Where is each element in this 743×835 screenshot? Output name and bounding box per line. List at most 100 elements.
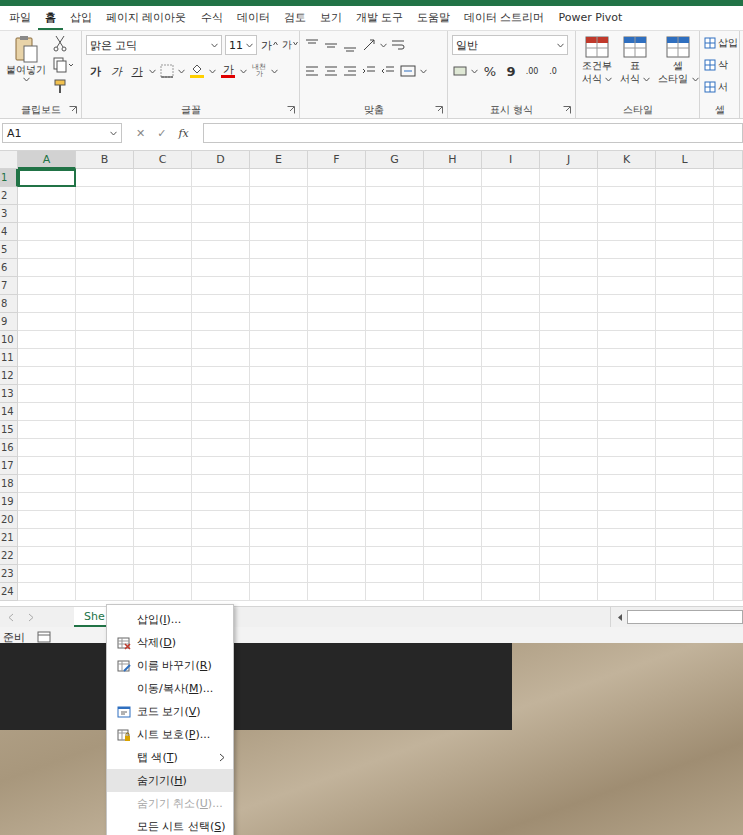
insert-function-button[interactable]: fx: [178, 127, 188, 140]
copy-icon[interactable]: [52, 56, 74, 74]
ribbon-tab[interactable]: 수식: [194, 6, 230, 30]
cell[interactable]: [540, 547, 598, 565]
cell[interactable]: [656, 583, 714, 601]
cell[interactable]: [250, 385, 308, 403]
ribbon-tab[interactable]: 데이터 스트리머: [457, 6, 552, 30]
cell[interactable]: [308, 529, 366, 547]
row-header[interactable]: 11: [0, 349, 18, 367]
ribbon-tab[interactable]: Power Pivot: [552, 6, 630, 30]
cell[interactable]: [656, 277, 714, 295]
cell[interactable]: [598, 223, 656, 241]
cell[interactable]: [76, 511, 134, 529]
cell[interactable]: [308, 403, 366, 421]
cell[interactable]: [598, 367, 656, 385]
dialog-launcher-icon[interactable]: [287, 106, 295, 114]
cell[interactable]: [714, 187, 743, 205]
cell[interactable]: [482, 475, 540, 493]
cell[interactable]: [482, 277, 540, 295]
cell[interactable]: [134, 349, 192, 367]
row-header[interactable]: 2: [0, 187, 18, 205]
cell[interactable]: [308, 421, 366, 439]
cell[interactable]: [250, 313, 308, 331]
cell[interactable]: [656, 421, 714, 439]
cell[interactable]: [366, 475, 424, 493]
cell[interactable]: [424, 403, 482, 421]
cell[interactable]: [424, 367, 482, 385]
cell[interactable]: [250, 493, 308, 511]
cell[interactable]: [18, 403, 76, 421]
cell[interactable]: [598, 205, 656, 223]
font-size-select[interactable]: 11: [225, 35, 257, 55]
cell[interactable]: [18, 475, 76, 493]
cell[interactable]: [76, 205, 134, 223]
cell[interactable]: [366, 493, 424, 511]
cell[interactable]: [134, 169, 192, 187]
cell[interactable]: [250, 259, 308, 277]
cell[interactable]: [76, 331, 134, 349]
cell[interactable]: [482, 313, 540, 331]
cell[interactable]: [76, 385, 134, 403]
cell[interactable]: [250, 169, 308, 187]
ribbon-tab[interactable]: 파일: [2, 6, 38, 30]
column-header[interactable]: H: [424, 151, 482, 169]
cell[interactable]: [76, 259, 134, 277]
cell[interactable]: [18, 349, 76, 367]
cell[interactable]: [424, 295, 482, 313]
row-header[interactable]: 18: [0, 475, 18, 493]
row-header[interactable]: 1: [0, 169, 18, 187]
cell[interactable]: [192, 529, 250, 547]
cell[interactable]: [540, 511, 598, 529]
column-header[interactable]: L: [656, 151, 714, 169]
menu-item[interactable]: 삽입(I)...: [107, 608, 233, 631]
cell[interactable]: [308, 439, 366, 457]
cell-button[interactable]: 삽입: [704, 34, 738, 52]
column-header[interactable]: C: [134, 151, 192, 169]
cell[interactable]: [134, 241, 192, 259]
cell[interactable]: [656, 295, 714, 313]
column-header[interactable]: D: [192, 151, 250, 169]
align-icon[interactable]: [342, 63, 358, 79]
cell[interactable]: [714, 529, 743, 547]
cell[interactable]: [424, 385, 482, 403]
cell[interactable]: [540, 385, 598, 403]
cell[interactable]: [250, 205, 308, 223]
row-header[interactable]: 13: [0, 385, 18, 403]
cell[interactable]: [540, 169, 598, 187]
cell-icon[interactable]: [704, 37, 716, 49]
align-icon[interactable]: [361, 63, 377, 79]
italic-button[interactable]: 가: [107, 61, 125, 81]
cell[interactable]: [540, 493, 598, 511]
cell[interactable]: [366, 457, 424, 475]
cell[interactable]: [656, 439, 714, 457]
cell-icon[interactable]: [704, 81, 716, 93]
align-icon[interactable]: [304, 63, 320, 79]
phonetic-button[interactable]: 내천가: [250, 61, 268, 81]
cell[interactable]: [192, 241, 250, 259]
cell[interactable]: [134, 475, 192, 493]
ribbon-tab[interactable]: 홈: [38, 6, 63, 30]
menu-item[interactable]: 이름 바꾸기(R): [107, 654, 233, 677]
style-icon[interactable]: [664, 34, 692, 60]
cell[interactable]: [192, 385, 250, 403]
cell[interactable]: [656, 565, 714, 583]
cell[interactable]: [656, 367, 714, 385]
cell[interactable]: [76, 187, 134, 205]
cell[interactable]: [424, 277, 482, 295]
cell[interactable]: [482, 385, 540, 403]
cell[interactable]: [18, 295, 76, 313]
cell[interactable]: [482, 187, 540, 205]
cell[interactable]: [192, 223, 250, 241]
cell[interactable]: [656, 511, 714, 529]
column-header[interactable]: B: [76, 151, 134, 169]
cell[interactable]: [656, 187, 714, 205]
row-header[interactable]: 10: [0, 331, 18, 349]
row-header[interactable]: 15: [0, 421, 18, 439]
cell[interactable]: [18, 583, 76, 601]
cell[interactable]: [482, 547, 540, 565]
cell[interactable]: [18, 421, 76, 439]
cell[interactable]: [656, 475, 714, 493]
font-name-select[interactable]: 맑은 고딕: [86, 35, 222, 55]
cell[interactable]: [18, 547, 76, 565]
cell[interactable]: [308, 583, 366, 601]
cell[interactable]: [656, 205, 714, 223]
